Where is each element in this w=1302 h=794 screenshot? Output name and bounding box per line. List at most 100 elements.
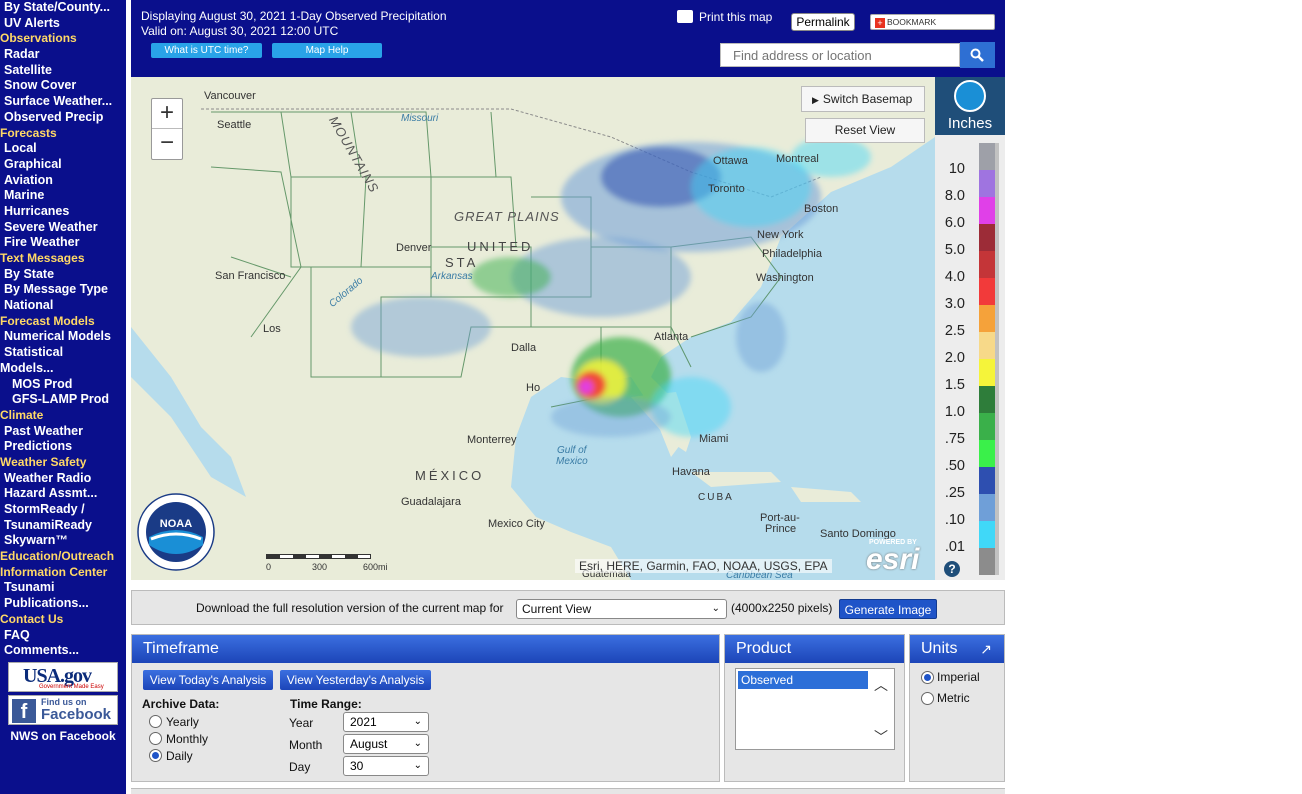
map-label-great-plains: GREAT PLAINS [454,209,560,224]
radio-yearly[interactable] [149,715,162,728]
map-label-los-angeles: Los [263,323,281,335]
sidebar-item-19[interactable]: National [0,298,126,314]
download-text: Download the full resolution version of … [196,601,504,615]
nws-on-facebook-link[interactable]: NWS on Facebook [0,729,126,743]
sidebar-section-16: Text Messages [0,251,85,265]
add-icon: + [875,18,885,28]
sidebar-section-35: Education/Outreach [0,549,115,564]
sidebar-item-31[interactable]: Hazard Assmt... [0,486,126,502]
print-map-link[interactable]: Print this map [677,10,772,24]
bookmark-button[interactable]: + BOOKMARK [870,14,995,30]
expand-icon[interactable]: ↗ [980,641,992,658]
precipitation-map[interactable]: Vancouver Seattle Missouri MOUNTAINS Ott… [131,77,935,580]
map-label-boston: Boston [804,203,839,215]
sidebar-item-10[interactable]: Graphical [0,157,126,173]
view-today-button[interactable]: View Today's Analysis [143,670,273,690]
sidebar-item-38[interactable]: Publications... [0,596,126,612]
map-label-port-au-prince-2: Prince [765,523,797,535]
switch-basemap-label: Switch Basemap [822,92,913,106]
sidebar-section-26: Climate [0,407,44,422]
product-title: Product [725,635,904,663]
map-label-philadelphia: Philadelphia [762,248,822,260]
sidebar-item-13[interactable]: Hurricanes [0,204,126,220]
zoom-in-button[interactable]: + [152,99,182,129]
product-list[interactable]: Observed ︿ ﹀ [735,668,895,750]
display-title: Displaying August 30, 2021 1-Day Observe… [141,9,447,23]
sidebar-item-5[interactable]: Snow Cover [0,78,126,94]
sidebar-item-37[interactable]: Tsunami [0,580,126,596]
month-select[interactable]: August ⌄ [343,734,429,754]
download-extent-select[interactable]: Current View ⌄ [516,599,727,619]
sidebar-item-0[interactable]: By State/County... [0,0,126,16]
reset-view-button[interactable]: Reset View [805,118,925,143]
sidebar-item-28[interactable]: Predictions [0,439,126,455]
sidebar-section-39: Contact Us [0,611,64,626]
legend-swatch [979,386,999,413]
map-label-atlanta: Atlanta [654,331,689,343]
legend-label: .75 [944,431,965,447]
chevron-up-icon[interactable]: ︿ [874,675,888,695]
map-label-cuba: CUBA [698,492,734,503]
usa-gov-badge[interactable]: USA.gov Government Made Easy [8,661,118,692]
sidebar-item-7[interactable]: Observed Precip [0,110,126,126]
switch-basemap-button[interactable]: ▶ Switch Basemap [801,86,925,112]
radio-daily[interactable] [149,749,162,762]
sidebar-item-17[interactable]: By State [0,267,126,283]
map-label-ottawa: Ottawa [713,155,748,167]
sidebar-item-1[interactable]: UV Alerts [0,16,126,32]
sidebar-item-6[interactable]: Surface Weather... [0,94,126,110]
sidebar-item-23[interactable]: Models... [0,361,126,377]
sidebar-item-32[interactable]: StormReady / [0,502,126,518]
sidebar-item-14[interactable]: Severe Weather [0,220,126,236]
facebook-badge[interactable]: f Find us on Facebook [8,694,118,725]
chevron-down-icon[interactable]: ﹀ [874,727,888,747]
sidebar-item-27[interactable]: Past Weather [0,424,126,440]
sidebar-item-12[interactable]: Marine [0,188,126,204]
zoom-out-button[interactable]: − [152,129,182,159]
map-help-button[interactable]: Map Help [272,43,382,58]
search-button[interactable] [960,42,995,68]
chevron-down-icon: ⌄ [413,760,422,771]
sidebar-item-22[interactable]: Statistical [0,345,126,361]
sidebar-item-41[interactable]: Comments... [0,643,126,659]
legend-swatch [979,440,999,467]
sidebar-item-40[interactable]: FAQ [0,628,126,644]
legend-label: 1.5 [944,377,965,393]
sidebar-item-30[interactable]: Weather Radio [0,471,126,487]
sidebar-item-11[interactable]: Aviation [0,173,126,189]
noaa-logo-text: NOAA [160,518,192,530]
radio-monthly[interactable] [149,732,162,745]
usa-gov-tagline: Government Made Easy [39,683,104,690]
permalink-button[interactable]: Permalink [791,13,855,31]
timeframe-title: Timeframe [132,635,719,663]
daily-label: Daily [166,749,193,763]
search-input[interactable] [720,43,960,67]
sidebar-item-24[interactable]: MOS Prod [0,377,126,393]
map-label-miami: Miami [699,433,729,445]
year-select[interactable]: 2021 ⌄ [343,712,429,732]
product-option-observed[interactable]: Observed [738,671,868,689]
view-yesterday-button[interactable]: View Yesterday's Analysis [280,670,431,690]
map-label-washington: Washington [756,272,814,284]
sidebar-item-4[interactable]: Satellite [0,63,126,79]
day-select[interactable]: 30 ⌄ [343,756,429,776]
legend-swatch [979,197,999,224]
sidebar-item-33[interactable]: TsunamiReady [0,518,126,534]
sidebar-item-18[interactable]: By Message Type [0,282,126,298]
sidebar-item-15[interactable]: Fire Weather [0,235,126,251]
download-size: (4000x2250 pixels) [731,601,833,615]
sidebar-item-25[interactable]: GFS-LAMP Prod [0,392,126,408]
sidebar-item-34[interactable]: Skywarn™ [0,533,126,549]
generate-image-button[interactable]: Generate Image [839,599,937,619]
map-label-gulf-1: Gulf of [557,445,587,456]
legend-help-icon[interactable]: ? [944,561,960,577]
radio-imperial[interactable] [921,671,934,684]
radio-metric[interactable] [921,692,934,705]
what-is-utc-button[interactable]: What is UTC time? [151,43,262,58]
sidebar-item-9[interactable]: Local [0,141,126,157]
sidebar-item-21[interactable]: Numerical Models [0,329,126,345]
map-label-toronto: Toronto [708,183,745,195]
sidebar-item-3[interactable]: Radar [0,47,126,63]
map-label-denver: Denver [396,242,432,254]
map-label-dallas: Dalla [511,342,537,354]
